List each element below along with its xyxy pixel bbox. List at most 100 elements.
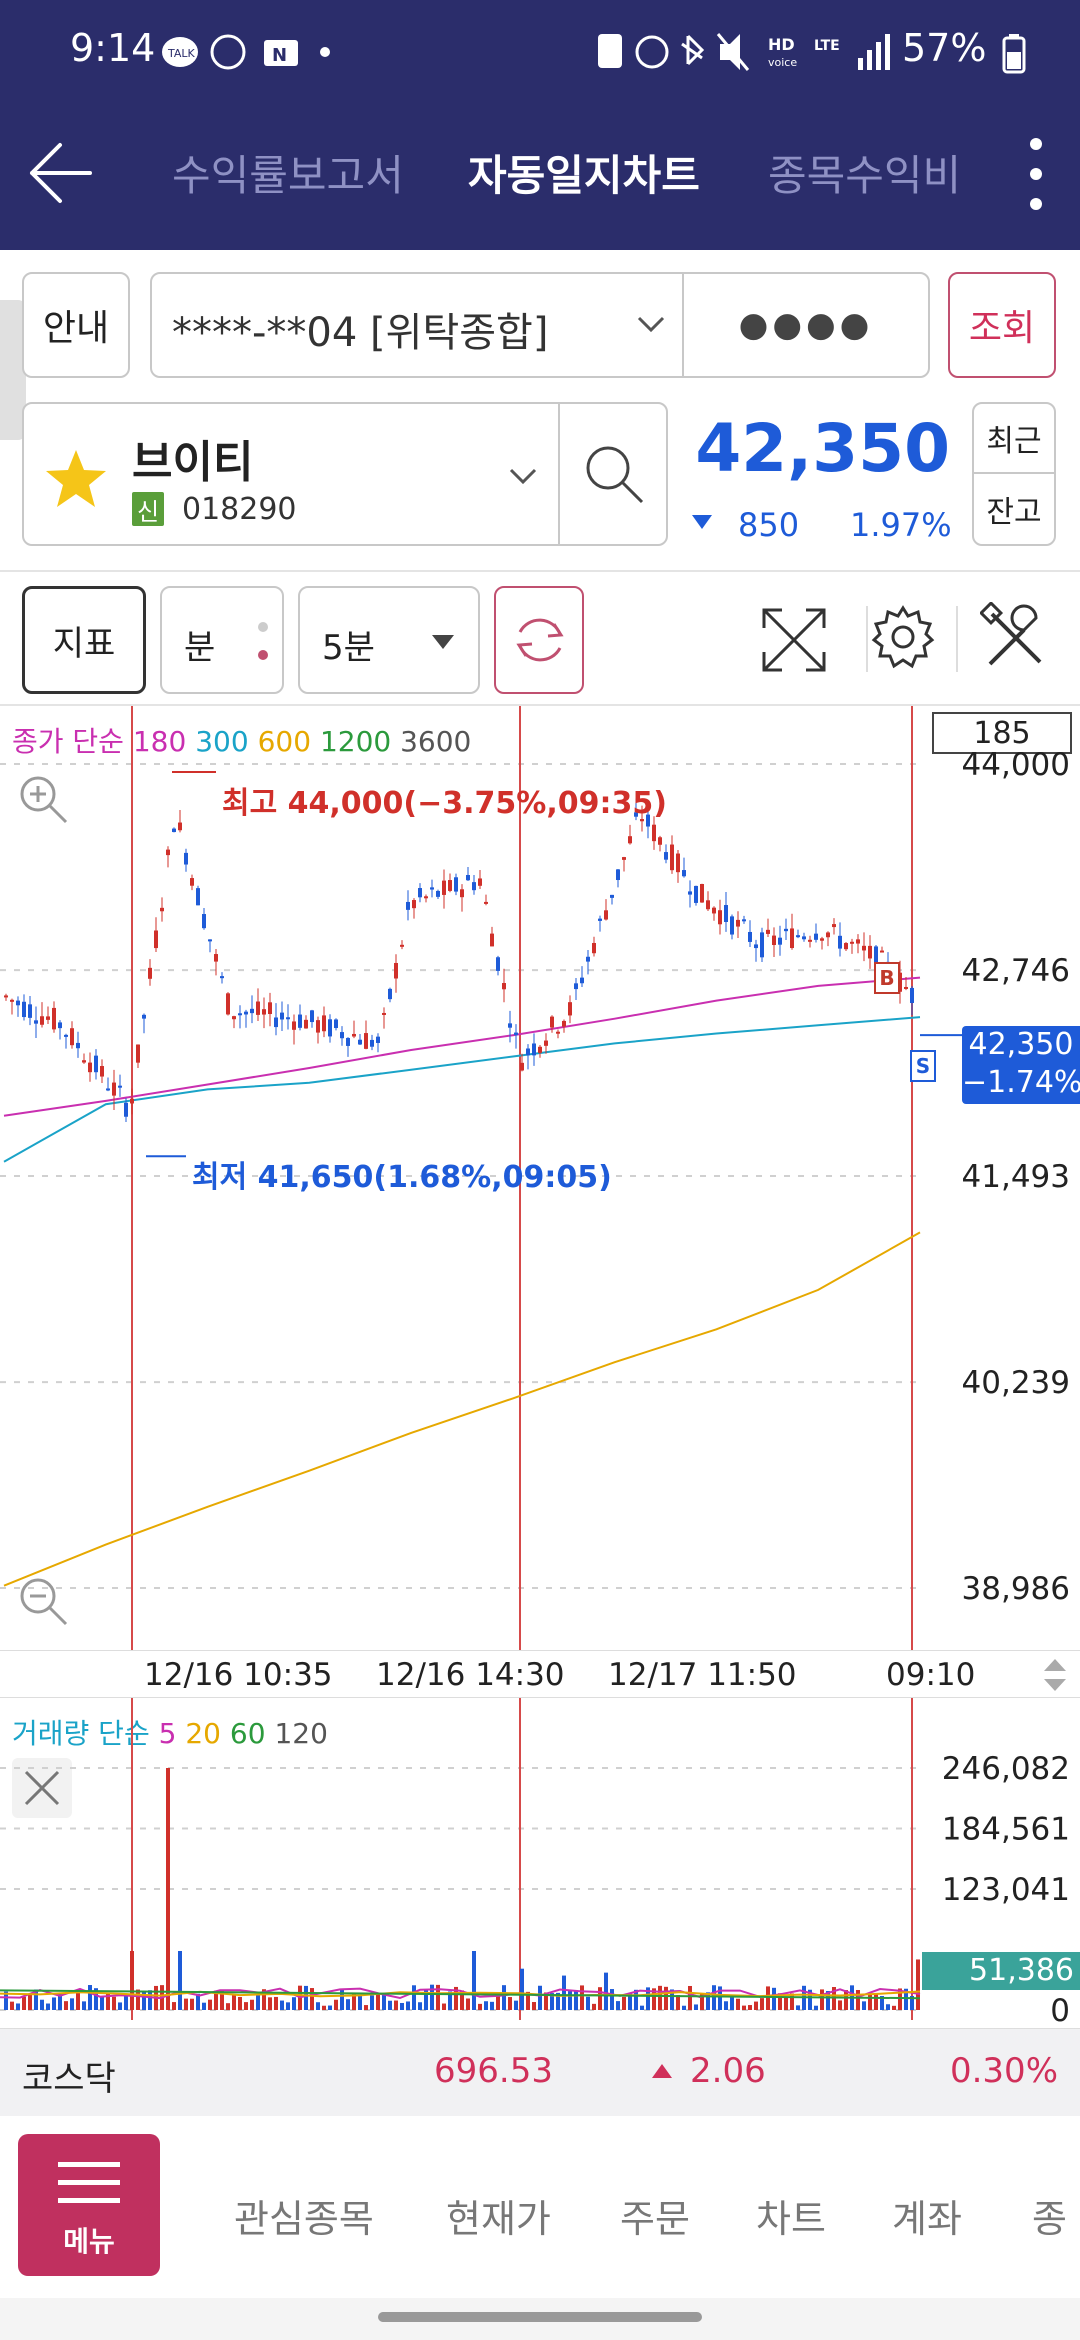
candle-body	[4, 995, 8, 998]
minute-button[interactable]: 분	[160, 586, 284, 694]
volume-bar	[250, 1999, 254, 2010]
tab-auto-journal-chart[interactable]: 자동일지차트	[468, 142, 700, 203]
password-field[interactable]: ●●●●	[682, 272, 930, 378]
sell-marker[interactable]: S	[910, 1050, 936, 1082]
favorite-star-icon[interactable]	[44, 446, 108, 510]
candle-body	[322, 1015, 326, 1032]
candle-body	[520, 1062, 524, 1071]
volume-bar	[844, 1990, 848, 2010]
volume-bar	[256, 1994, 260, 2010]
candle-body	[832, 924, 836, 928]
indicator-button[interactable]: 지표	[22, 586, 146, 694]
nav-watchlist[interactable]: 관심종목	[234, 2188, 374, 2243]
candle-body	[814, 933, 818, 940]
volume-bar	[784, 1996, 788, 2010]
volume-chart-svg: 246,082 184,561 123,041 0	[0, 1698, 1070, 2028]
volume-bar	[166, 1768, 170, 2010]
refresh-icon	[516, 618, 564, 662]
menu-button[interactable]: 메뉴	[18, 2134, 160, 2276]
settings-gear-icon[interactable]	[868, 602, 938, 672]
fullscreen-icon[interactable]	[756, 602, 832, 678]
tab-profit-report[interactable]: 수익률보고서	[172, 142, 404, 203]
volume-bar	[592, 2003, 596, 2010]
candle-body	[856, 939, 860, 944]
tab-stock-profit[interactable]: 종목수익비	[768, 142, 976, 203]
axis-resize-icon[interactable]	[1040, 1657, 1070, 1693]
market-index-bar[interactable]: 코스닥 696.53 2.06 0.30%	[0, 2028, 1080, 2116]
volume-bar	[598, 1987, 602, 2010]
search-button[interactable]	[558, 402, 668, 546]
current-price-tag-value: 42,350	[968, 1027, 1074, 1062]
candle-body	[526, 1048, 530, 1056]
volume-bar	[610, 1989, 614, 2010]
more-menu-icon[interactable]	[1026, 130, 1046, 220]
candle-body	[616, 869, 620, 881]
candle-body	[106, 1088, 110, 1091]
candle-body	[688, 891, 692, 895]
candle-body	[136, 1044, 140, 1063]
candle-body	[418, 888, 422, 898]
candle-body	[766, 929, 770, 934]
candle-body	[160, 907, 164, 912]
zoom-out-icon[interactable]	[10, 1568, 74, 1632]
candle-body	[220, 976, 224, 979]
account-select[interactable]: ****-**04 [위탁종합]	[150, 272, 684, 378]
stock-select[interactable]: 브이티 신 018290	[22, 402, 560, 546]
volume-bar	[130, 1950, 134, 2010]
candle-body	[424, 896, 428, 899]
volume-bar	[736, 1998, 740, 2010]
nav-chart[interactable]: 차트	[756, 2188, 826, 2243]
balance-button[interactable]: 잔고	[972, 472, 1056, 546]
volume-bar	[520, 1968, 524, 2010]
guide-button[interactable]: 안내	[22, 272, 130, 378]
candle-body	[658, 837, 662, 845]
interval-value: 5분	[322, 628, 375, 668]
candle-body	[16, 1000, 20, 1006]
volume-bar	[838, 2000, 842, 2010]
nav-account[interactable]: 계좌	[892, 2188, 962, 2243]
home-indicator[interactable]	[378, 2312, 702, 2322]
candle-body	[412, 900, 416, 909]
volume-bar	[76, 1991, 80, 2010]
price-chart-panel[interactable]: 종가 단순 180 300 600 1200 3600 185 44,000 42…	[0, 704, 1080, 1656]
refresh-button[interactable]	[494, 586, 584, 694]
candle-body	[130, 1098, 134, 1104]
candle-body	[670, 844, 674, 871]
volume-bar	[280, 2000, 284, 2010]
candle-body	[862, 945, 866, 951]
nav-current-price[interactable]: 현재가	[446, 2188, 551, 2243]
interval-select[interactable]: 5분	[298, 586, 480, 694]
recent-button[interactable]: 최근	[972, 402, 1056, 474]
search-icon	[586, 446, 644, 504]
current-volume-tag: 51,386	[922, 1952, 1080, 1990]
candle-body	[910, 987, 914, 1004]
buy-marker[interactable]: B	[874, 962, 900, 994]
candle-body	[574, 983, 578, 990]
volume-chart-panel[interactable]: 거래량 단순 5 20 60 120 246,082 184,561 123,041…	[0, 1698, 1080, 2028]
candle-body	[388, 988, 392, 1000]
candle-body	[46, 1016, 50, 1020]
volume-bar	[664, 1986, 668, 2010]
volume-bar	[394, 2000, 398, 2010]
zoom-in-icon[interactable]	[10, 766, 74, 830]
query-button[interactable]: 조회	[948, 272, 1056, 378]
volume-bar	[622, 1996, 626, 2010]
volume-bar	[334, 1999, 338, 2010]
back-arrow-icon[interactable]	[26, 138, 96, 208]
volume-bar	[790, 1993, 794, 2010]
candle-body	[448, 880, 452, 891]
nav-order[interactable]: 주문	[620, 2188, 690, 2243]
volume-bar	[862, 2001, 866, 2010]
volume-bar	[70, 1998, 74, 2010]
volume-bar	[490, 2001, 494, 2010]
volume-bar	[346, 1999, 350, 2010]
volume-bar	[190, 1998, 194, 2010]
candle-body	[358, 1039, 362, 1045]
candle-body	[706, 900, 710, 910]
volume-bar	[208, 1999, 212, 2010]
x-tick-2: 12/16 14:30	[376, 1657, 565, 1693]
nav-more[interactable]: 종	[1032, 2188, 1080, 2243]
volume-bar	[202, 2002, 206, 2010]
tools-icon[interactable]	[980, 602, 1052, 674]
volume-y-tick: 246,082	[942, 1751, 1070, 1787]
